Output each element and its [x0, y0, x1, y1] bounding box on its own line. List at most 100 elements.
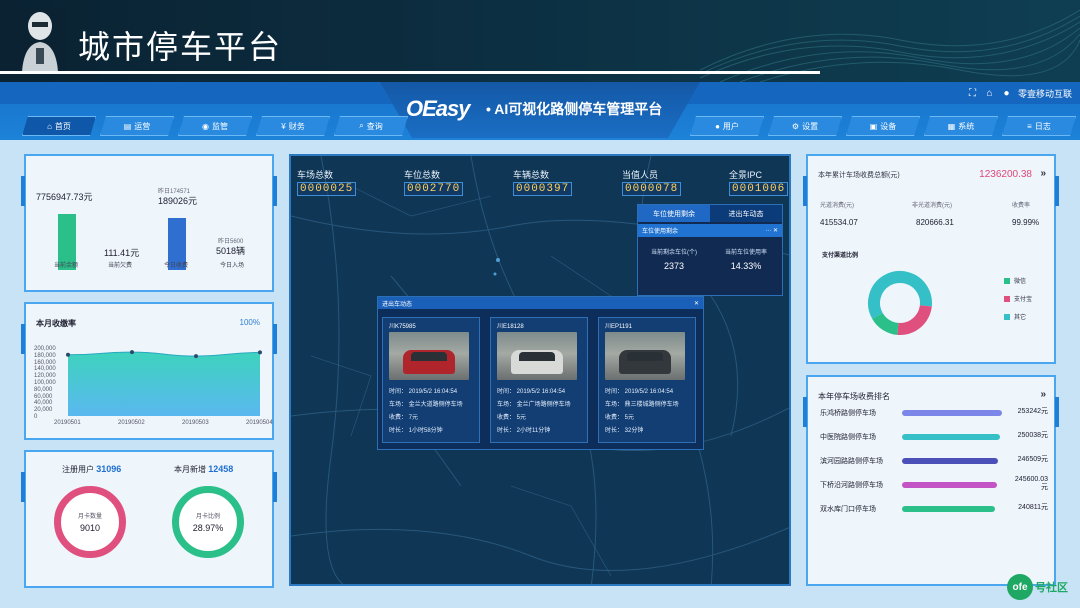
remaining-spaces-label: 当前剩余车位(个) — [651, 250, 697, 256]
area-point[interactable] — [130, 350, 134, 355]
vehicle-duration: 时长： 2小时11分钟 — [497, 428, 551, 434]
nav-user[interactable]: ● 用户 — [690, 116, 764, 136]
fee-col-label: 收费率 — [1012, 203, 1031, 209]
vehicle-info: 时间： 2019/5/2 16:04:54 车场： 金兰广场路侧停车场 收费： … — [497, 386, 571, 438]
collection-rate-panel: 本月收缴率 100% 200,000 180,000 160,000 140,000 1… — [21, 302, 277, 440]
close-icon[interactable]: ··· ✕ — [765, 227, 778, 234]
balance-value: 7756947.73元 — [36, 192, 93, 202]
nav-system-label: 系统 — [958, 121, 975, 131]
vehicle-duration: 时长： 1小时58分钟 — [389, 428, 443, 434]
vehicle-photo — [497, 332, 577, 380]
nav-system[interactable]: ▦ 系统 — [924, 116, 998, 136]
y-tick-label: 60,000 — [34, 393, 53, 400]
today-entry-label: 今日入场 — [220, 263, 245, 269]
vehicle-card[interactable]: 川E18128 时间： 2019/5/2 16:04:54 车场： 金兰广场路侧… — [490, 317, 588, 443]
dynamics-header: 进出车动态 ✕ — [378, 297, 703, 309]
vehicle-time: 时间： 2019/5/2 16:04:54 — [497, 389, 566, 395]
remaining-spaces: 当前剩余车位(个) 2373 — [638, 247, 710, 271]
ring1-label: 月卡数量 — [77, 514, 102, 520]
home-icon[interactable]: ⌂ — [984, 88, 995, 99]
vehicle-fee: 收费： 5元 — [605, 415, 635, 421]
user-icon: ● — [715, 121, 720, 131]
plate-number: 川EP1191 — [605, 324, 632, 330]
fee-col-label: 光道消费(元) — [820, 203, 854, 209]
y-tick-label: 120,000 — [34, 373, 56, 380]
ranking-row[interactable]: 双水库门口停车场 240811元 — [820, 503, 1048, 515]
chevron-right-icon[interactable]: » — [1040, 389, 1046, 400]
nav-home[interactable]: ⌂ 首页 — [22, 116, 96, 136]
y-tick-label: 200,000 — [34, 346, 56, 352]
vehicle-photo — [389, 332, 469, 380]
area-fill — [68, 352, 260, 416]
nav-supervision[interactable]: ◉ 监管 — [178, 116, 252, 136]
stat-parking-lots: 车场总数 0000025 — [297, 168, 357, 196]
vehicle-lot: 车场： 金兰广场路侧停车场 — [497, 402, 571, 408]
nav-log[interactable]: ≡ 日志 — [1002, 116, 1076, 136]
arrears-label: 当前欠费 — [108, 263, 133, 269]
ranking-row[interactable]: 中医院路侧停车场 250038元 — [820, 431, 1048, 443]
user-icon[interactable]: ● — [1001, 88, 1012, 99]
vehicle-card[interactable]: 川EP1191 时间： 2019/5/2 16:04:54 车场： 鼎三楼城路侧… — [598, 317, 696, 443]
area-point[interactable] — [194, 354, 198, 359]
close-icon[interactable]: ✕ — [694, 300, 699, 307]
ranking-row[interactable]: 乐鸿桥路侧停车场 253242元 — [820, 407, 1048, 419]
stat-label: 车辆总数 — [513, 170, 550, 180]
vehicle-fee: 收费： 7元 — [389, 415, 419, 421]
tab-vehicle-dynamics[interactable]: 进出车动态 — [710, 205, 782, 222]
vehicle-duration: 时长： 32分钟 — [605, 428, 644, 434]
car-window — [411, 352, 447, 361]
collection-rate-percent: 100% — [239, 318, 260, 327]
city-map[interactable]: 车场总数 0000025 车位总数 0002770 车辆总数 0000397 当… — [289, 154, 791, 586]
vehicle-info: 时间： 2019/5/2 16:04:54 车场： 鼎三楼城路侧停车场 收费： … — [605, 386, 679, 438]
chevron-right-icon[interactable]: » — [1040, 168, 1046, 179]
watermark: ofe 号社区 — [1007, 574, 1068, 600]
x-tick-label: 20190503 — [182, 420, 209, 426]
slide-title: 城市停车平台 — [78, 29, 283, 65]
ranking-row[interactable]: 下桥沿河路侧停车场 245600.03元 — [820, 476, 1048, 491]
oeasy-logo: OEasy — [406, 96, 470, 121]
x-tick-label: 20190502 — [118, 420, 145, 426]
monitor-icon: ◉ — [202, 121, 209, 131]
ranking-row[interactable]: 滨河园路路侧停车场 246509元 — [820, 455, 1048, 467]
nav-operation[interactable]: ▤ 运营 — [100, 116, 174, 136]
ranking-name: 双水库门口停车场 — [820, 506, 876, 513]
ranking-name: 乐鸿桥路侧停车场 — [820, 410, 876, 417]
legend-swatch — [1004, 313, 1010, 320]
nav-home-label: 首页 — [54, 121, 71, 131]
usage-bar: 车位使用剩余 ··· ✕ — [638, 224, 782, 237]
slide-header: 城市停车平台 — [0, 0, 1080, 82]
y-tick-label: 80,000 — [34, 386, 53, 393]
nav-query[interactable]: ⌕ 查询 — [334, 116, 408, 136]
annual-fees-title: 本年累计车场收费总额(元) — [818, 172, 900, 179]
vehicle-card[interactable]: 川K75985 时间： 2019/5/2 16:04:54 车场： 金兰大道路侧… — [382, 317, 480, 443]
nav-operation-label: 运营 — [134, 121, 151, 131]
fee-col-value: 415534.07 — [820, 218, 858, 227]
nav-finance[interactable]: ¥ 财务 — [256, 116, 330, 136]
ranking-bar — [902, 482, 997, 488]
tab-space-usage[interactable]: 车位使用剩余 — [638, 205, 710, 222]
stat-staff-on-duty: 当值人员 0000078 — [622, 168, 682, 196]
area-point[interactable] — [258, 350, 262, 355]
vehicle-fee: 收费： 5元 — [497, 415, 527, 421]
home-icon: ⌂ — [47, 121, 52, 131]
nav-supervision-label: 监管 — [211, 121, 228, 131]
legend-label: 支付宝 — [1014, 297, 1033, 303]
payment-channel-title: 支付渠道比例 — [822, 253, 859, 259]
nav-devices[interactable]: ▣ 设备 — [846, 116, 920, 136]
nav-right: ● 用户 ⚙ 设置 ▣ 设备 ▦ 系统 ≡ 日志 — [690, 116, 1076, 136]
usage-rate: 当前车位使用率 14.33% — [710, 247, 782, 271]
nav-settings[interactable]: ⚙ 设置 — [768, 116, 842, 136]
area-point[interactable] — [66, 352, 70, 357]
nav-devices-label: 设备 — [880, 121, 897, 131]
fullscreen-icon[interactable]: ⛶ — [967, 88, 978, 99]
ranking-title: 本年停车场收费排名 — [818, 392, 890, 401]
fee-col-value: 99.99% — [1012, 218, 1040, 227]
plate-number: 川K75985 — [389, 324, 416, 330]
search-icon: ⌕ — [359, 121, 364, 130]
y-tick-label: 140,000 — [34, 366, 56, 373]
ranking-bar — [902, 434, 1000, 440]
username[interactable]: 零壹移动互联 — [1018, 87, 1072, 100]
registered-users-value: 31096 — [96, 464, 122, 474]
month-new-value: 12458 — [208, 464, 234, 474]
ring2-label: 月卡比例 — [195, 514, 220, 520]
